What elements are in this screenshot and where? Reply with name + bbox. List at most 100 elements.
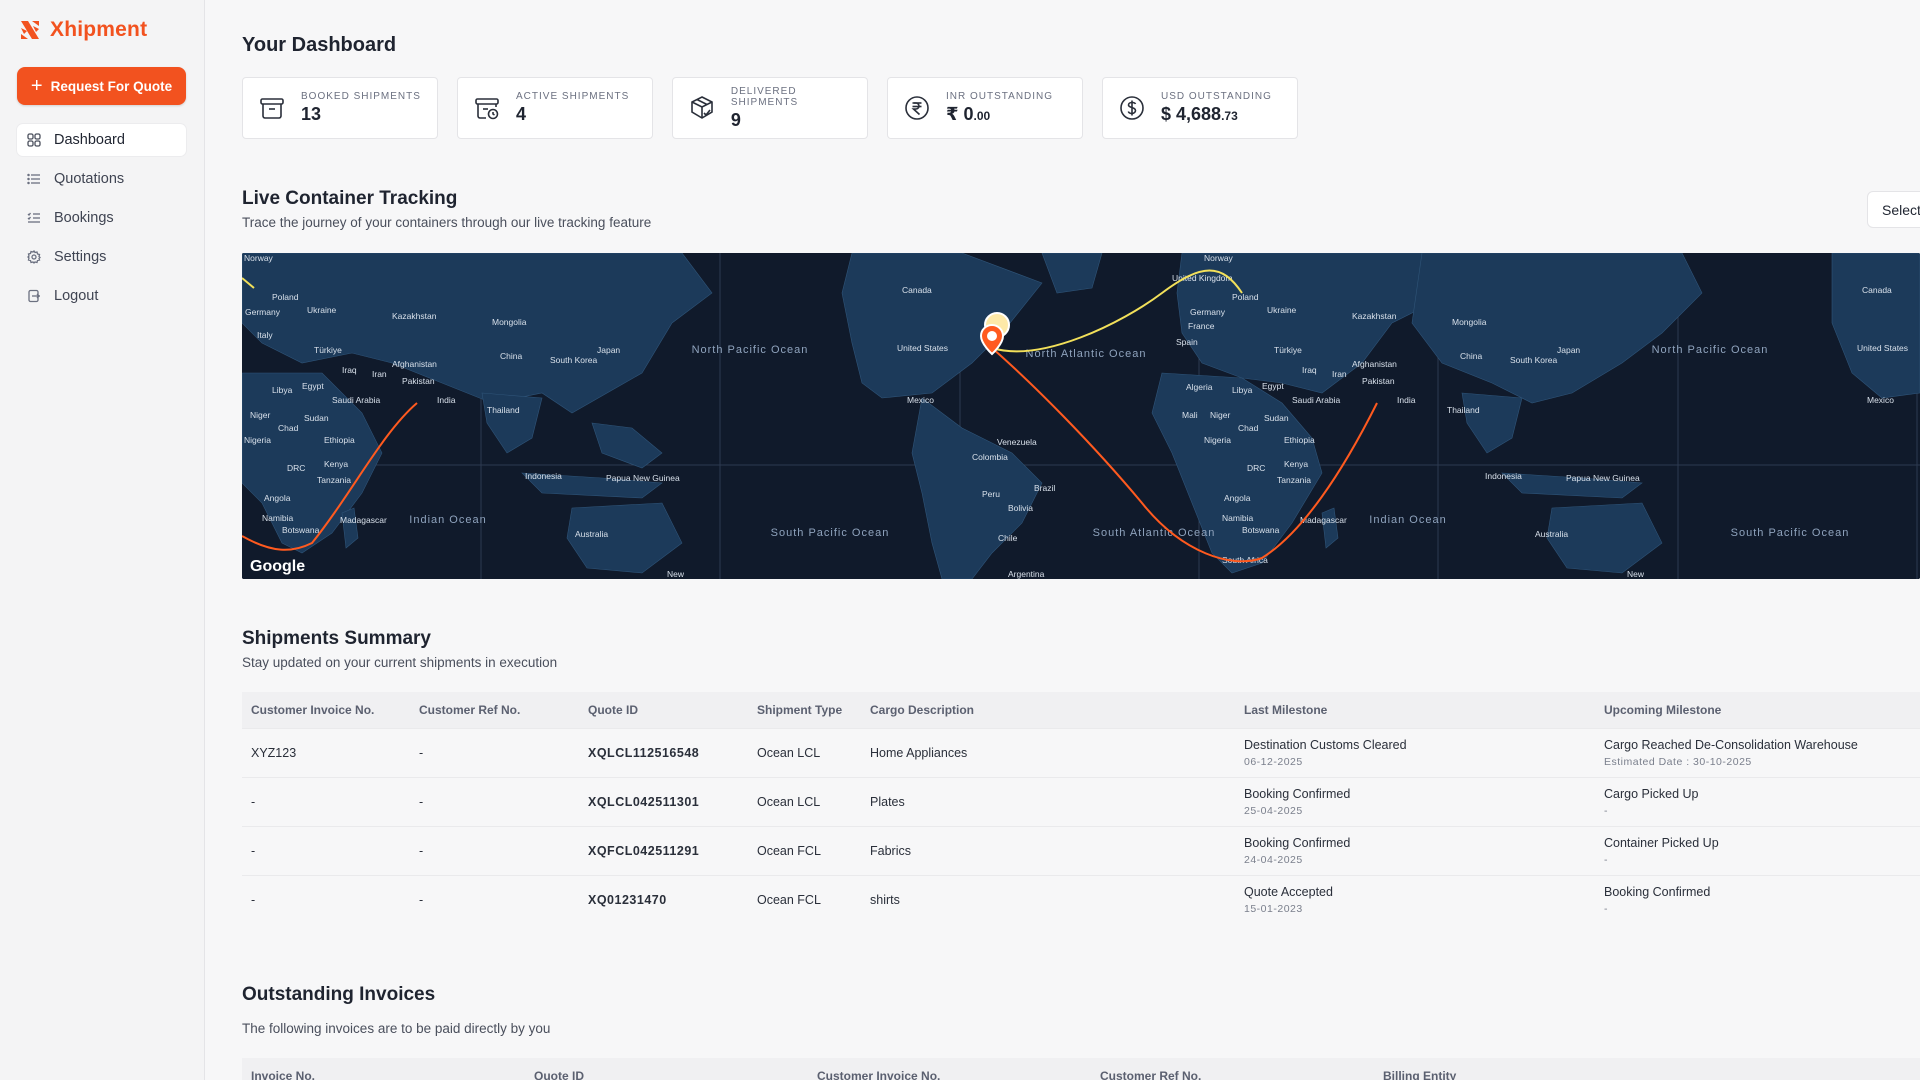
milestone-name: Booking Confirmed [1604, 885, 1711, 899]
stat-value-main: ₹ 0 [946, 104, 974, 124]
column-header[interactable]: Customer Ref No. [410, 703, 579, 717]
stat-label: INR OUTSTANDING [946, 91, 1054, 102]
column-header[interactable]: Quote ID [579, 703, 748, 717]
rupee-icon [902, 93, 932, 123]
stat-card-usd-outstanding[interactable]: USD OUTSTANDING $ 4,688.73 [1102, 77, 1298, 139]
stat-card-delivered[interactable]: DELIVERED SHIPMENTS 9 [672, 77, 868, 139]
column-header[interactable]: Upcoming Milestone [1595, 703, 1920, 717]
map-label-country: Italy [257, 330, 273, 340]
stat-card-active[interactable]: ACTIVE SHIPMENTS 4 [457, 77, 653, 139]
column-header[interactable]: Customer Ref No. [1091, 1069, 1374, 1080]
map-label-country: Brazil [1034, 483, 1055, 493]
shipments-title: Shipments Summary [242, 628, 431, 649]
sidebar-item-quotations[interactable]: Quotations [17, 163, 186, 195]
map-label-country: Algeria [1186, 382, 1213, 392]
map-label-country: Argentina [1008, 569, 1045, 579]
request-for-quote-button[interactable]: + Request For Quote [17, 67, 186, 105]
table-row[interactable]: XYZ123 - XQLCL112516548 Ocean LCL Home A… [242, 728, 1920, 777]
shipments-table: Customer Invoice No. Customer Ref No. Qu… [242, 692, 1920, 924]
stat-value: ₹ 0.00 [946, 104, 1053, 125]
quote-id-cell[interactable]: XQ01231470 [579, 893, 748, 907]
map-label-ocean: Indian Ocean [1369, 514, 1446, 526]
container-select-dropdown[interactable]: Select [1867, 191, 1920, 228]
package-check-icon [687, 93, 717, 123]
stat-value-main: $ 4,688 [1161, 104, 1222, 124]
upcoming-milestone-cell: Booking Confirmed - [1595, 885, 1920, 915]
map-label-country: China [1460, 351, 1482, 361]
last-milestone-cell: Destination Customs Cleared 06-12-2025 [1235, 738, 1595, 768]
cargo-cell: shirts [870, 893, 900, 907]
column-header[interactable]: Customer Invoice No. [242, 703, 410, 717]
column-header[interactable]: Quote ID [525, 1069, 808, 1080]
table-row[interactable]: - - XQLCL042511301 Ocean LCL Plates Book… [242, 777, 1920, 826]
logout-icon [26, 288, 42, 304]
box-icon [257, 93, 287, 123]
table-row[interactable]: - - XQFCL042511291 Ocean FCL Fabrics Boo… [242, 826, 1920, 875]
column-header[interactable]: Cargo Description [861, 703, 1235, 717]
map-label-country: Angola [264, 493, 291, 503]
page-title: Your Dashboard [242, 34, 397, 56]
map-label-country: Thailand [1447, 405, 1480, 415]
last-milestone-cell: Booking Confirmed 25-04-2025 [1235, 787, 1595, 817]
map-label-country: Kazakhstan [392, 311, 437, 321]
map-label-country: Tanzania [1277, 475, 1311, 485]
map-label-country: Pakistan [402, 376, 435, 386]
column-header[interactable]: Customer Invoice No. [808, 1069, 1091, 1080]
map-label-country: Colombia [972, 452, 1008, 462]
world-map: North Pacific Ocean North Atlantic Ocean… [242, 253, 1920, 579]
tracking-map[interactable]: North Pacific Ocean North Atlantic Ocean… [242, 253, 1920, 579]
stat-card-booked[interactable]: BOOKED SHIPMENTS 13 [242, 77, 438, 139]
milestone-date: 06-12-2025 [1244, 756, 1303, 768]
milestone-date: 25-04-2025 [1244, 805, 1303, 817]
invoices-subtitle: The following invoices are to be paid di… [242, 1021, 551, 1036]
tracking-title: Live Container Tracking [242, 188, 458, 209]
sidebar-item-dashboard[interactable]: Dashboard [17, 124, 186, 156]
brand-name: Xhipment [50, 18, 148, 41]
map-label-country: India [437, 395, 456, 405]
map-label-country: Australia [575, 529, 608, 539]
quote-id-cell[interactable]: XQLCL112516548 [579, 746, 748, 760]
map-label-country: Venezuela [997, 437, 1037, 447]
stat-value: 9 [730, 109, 741, 130]
milestone-date: Estimated Date : 30-10-2025 [1604, 756, 1752, 768]
map-watermark: Google [250, 558, 305, 575]
column-header[interactable]: Shipment Type [748, 703, 861, 717]
map-label-country: Chile [998, 533, 1018, 543]
invoices-table: Invoice No. Quote ID Customer Invoice No… [242, 1058, 1920, 1080]
map-label-country: Chad [1238, 423, 1259, 433]
map-label-country: DRC [287, 463, 305, 473]
sidebar-item-logout[interactable]: Logout [17, 280, 186, 312]
map-label-ocean: North Pacific Ocean [1652, 344, 1769, 356]
stat-label: USD OUTSTANDING [1161, 91, 1272, 102]
stat-card-inr-outstanding[interactable]: INR OUTSTANDING ₹ 0.00 [887, 77, 1083, 139]
map-label-country: Nigeria [244, 435, 271, 445]
map-label-country: Kenya [324, 459, 348, 469]
map-label-country: Germany [1190, 307, 1226, 317]
cargo-cell: Home Appliances [870, 746, 968, 760]
quote-id-cell[interactable]: XQFCL042511291 [579, 844, 748, 858]
map-label-country: United States [1857, 343, 1908, 353]
map-label-country: Bolivia [1008, 503, 1033, 513]
milestone-name: Destination Customs Cleared [1244, 738, 1407, 752]
milestone-name: Cargo Picked Up [1604, 787, 1699, 801]
sidebar-item-settings[interactable]: Settings [17, 241, 186, 273]
column-header[interactable]: Billing Entity [1374, 1069, 1657, 1080]
last-milestone-cell: Quote Accepted 15-01-2023 [1235, 885, 1595, 915]
map-label-country: Chad [278, 423, 299, 433]
column-header[interactable]: Last Milestone [1235, 703, 1595, 717]
brand-logo[interactable]: Xhipment [18, 18, 147, 42]
ref-cell: - [419, 795, 424, 809]
sidebar-item-label: Bookings [54, 210, 114, 226]
ref-cell: - [419, 893, 424, 907]
table-row[interactable]: - - XQ01231470 Ocean FCL shirts Quote Ac… [242, 875, 1920, 924]
column-header[interactable]: Invoice No. [242, 1069, 525, 1080]
shipments-subtitle: Stay updated on your current shipments i… [242, 655, 558, 670]
map-label-country: Ethiopia [324, 435, 355, 445]
quote-id-cell[interactable]: XQLCL042511301 [579, 795, 748, 809]
shipment-type-cell: Ocean LCL [757, 795, 821, 809]
map-label-country: Japan [597, 345, 620, 355]
sidebar-item-bookings[interactable]: Bookings [17, 202, 186, 234]
invoice-cell: - [251, 795, 256, 809]
milestone-name: Booking Confirmed [1244, 787, 1351, 801]
sidebar-item-label: Settings [54, 249, 107, 265]
